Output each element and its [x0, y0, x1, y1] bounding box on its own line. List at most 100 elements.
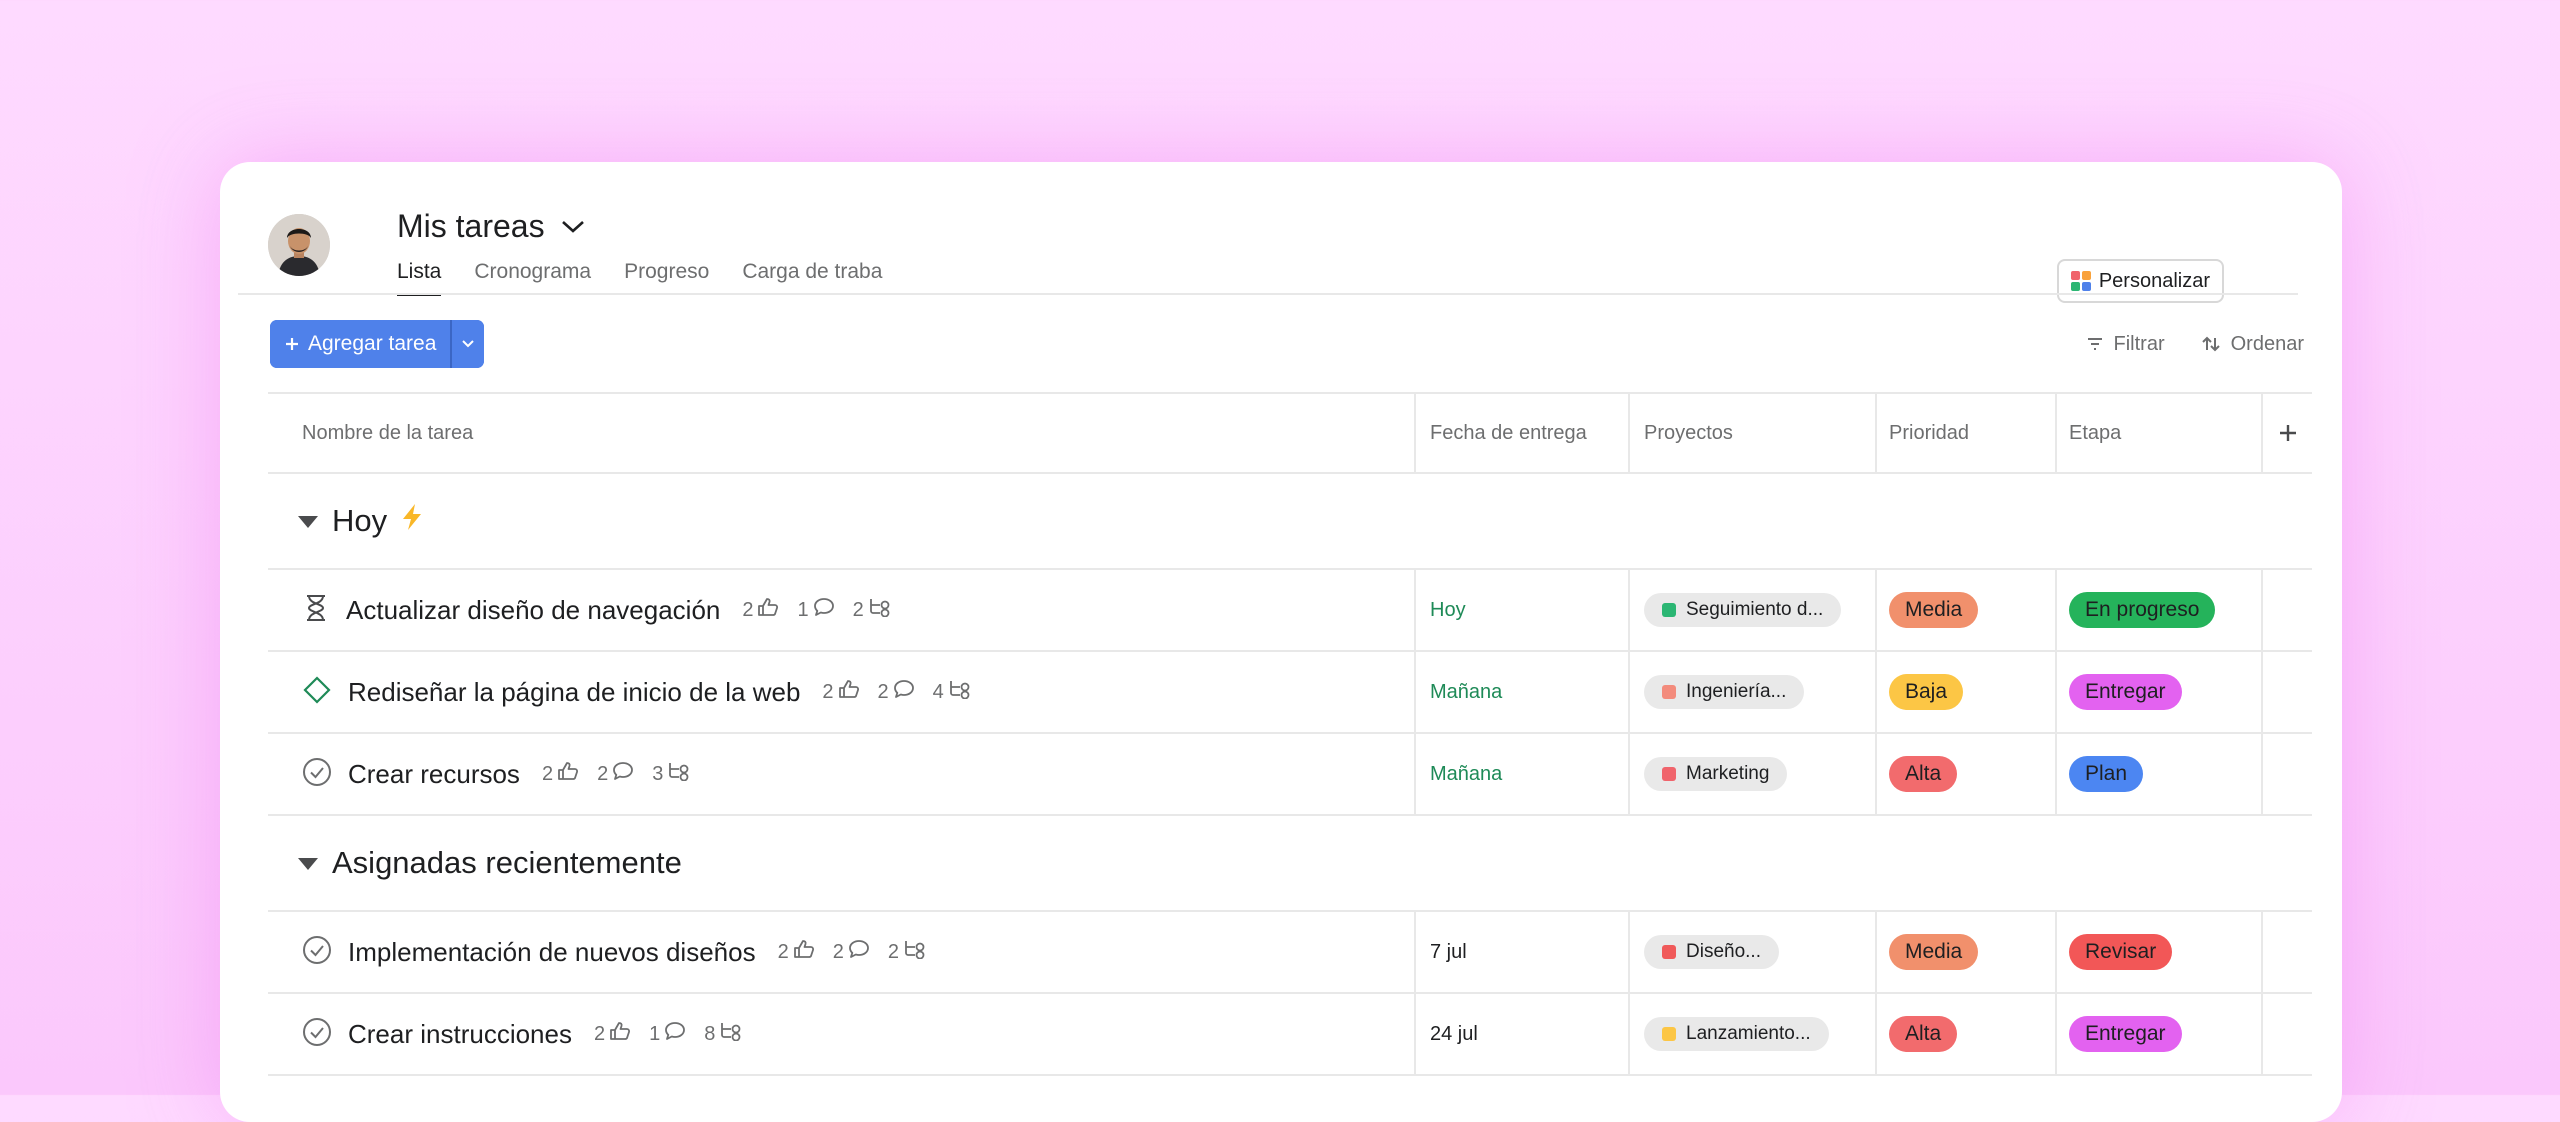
due-date: Mañana [1430, 762, 1503, 785]
stage-cell[interactable]: Entregar [2055, 994, 2261, 1074]
project-cell[interactable]: Diseño... [1628, 912, 1875, 992]
customize-button[interactable]: Personalizar [2056, 259, 2224, 303]
tab-list[interactable]: Lista [397, 260, 442, 296]
comment-count[interactable]: 1 [649, 1021, 686, 1047]
project-pill[interactable]: Lanzamiento... [1644, 1017, 1829, 1051]
add-task-button[interactable]: Agregar tarea [270, 320, 451, 368]
user-avatar[interactable] [268, 214, 330, 276]
due-date-cell[interactable]: Hoy [1414, 570, 1628, 650]
table-row[interactable]: Actualizar diseño de navegación 2 1 2 Hoy Seg… [268, 570, 2312, 652]
table-row[interactable]: Implementación de nuevos diseños 2 2 2 7 jul… [268, 912, 2312, 994]
comment-count-value: 1 [797, 598, 809, 621]
subtask-count[interactable]: 4 [933, 679, 972, 705]
table-row[interactable]: Crear instrucciones 2 1 8 24 jul Lanzamiento.… [268, 994, 2312, 1076]
column-header-stage[interactable]: Etapa [2055, 394, 2261, 472]
subtask-count[interactable]: 8 [704, 1021, 743, 1047]
project-cell[interactable]: Ingeniería... [1628, 652, 1875, 732]
stage-badge[interactable]: Plan [2069, 756, 2144, 792]
column-header-projects[interactable]: Proyectos [1628, 394, 1875, 472]
add-column-button[interactable] [2261, 394, 2312, 472]
task-name-cell: Rediseñar la página de inicio de la web 2… [268, 652, 1414, 732]
table-row[interactable]: Crear recursos 2 2 3 Mañana Marketing Alta Plan [268, 734, 2312, 816]
project-cell[interactable]: Lanzamiento... [1628, 994, 1875, 1074]
subtask-icon [667, 761, 691, 787]
like-count[interactable]: 2 [778, 939, 815, 965]
diamond-icon[interactable] [302, 675, 332, 710]
stage-cell[interactable]: Revisar [2055, 912, 2261, 992]
comment-count[interactable]: 2 [597, 761, 634, 787]
like-count[interactable]: 2 [594, 1021, 631, 1047]
add-task-dropdown[interactable] [450, 320, 485, 368]
subtask-count-value: 3 [652, 762, 664, 785]
project-pill[interactable]: Diseño... [1644, 935, 1779, 969]
task-title[interactable]: Rediseñar la página de inicio de la web [348, 677, 800, 708]
priority-badge[interactable]: Alta [1889, 1016, 1958, 1052]
sort-button[interactable]: Ordenar [2201, 333, 2304, 356]
task-name-cell: Implementación de nuevos diseños 2 2 2 [268, 912, 1414, 992]
tab-progress[interactable]: Progreso [624, 260, 709, 296]
project-pill[interactable]: Seguimiento d... [1644, 593, 1842, 627]
project-pill[interactable]: Ingeniería... [1644, 675, 1805, 709]
page-title: Mis tareas [397, 208, 545, 244]
stage-cell[interactable]: En progreso [2055, 570, 2261, 650]
stage-badge[interactable]: Entregar [2069, 1016, 2182, 1052]
project-cell[interactable]: Seguimiento d... [1628, 570, 1875, 650]
section-header[interactable]: Asignadas recientemente [268, 816, 2312, 912]
priority-badge[interactable]: Media [1889, 592, 1979, 628]
column-header-priority[interactable]: Prioridad [1875, 394, 2055, 472]
due-date-cell[interactable]: Mañana [1414, 734, 1628, 814]
task-title[interactable]: Implementación de nuevos diseños [348, 937, 756, 968]
table-row[interactable]: Rediseñar la página de inicio de la web 2… [268, 652, 2312, 734]
due-date-cell[interactable]: Mañana [1414, 652, 1628, 732]
like-count[interactable]: 2 [742, 597, 779, 623]
comment-count[interactable]: 2 [833, 939, 870, 965]
like-count[interactable]: 2 [542, 761, 579, 787]
priority-cell[interactable]: Media [1875, 570, 2055, 650]
due-date-cell[interactable]: 24 jul [1414, 994, 1628, 1074]
tab-timeline[interactable]: Cronograma [474, 260, 591, 296]
task-title[interactable]: Crear recursos [348, 759, 520, 790]
stage-cell[interactable]: Plan [2055, 734, 2261, 814]
check-circle-icon[interactable] [302, 1017, 332, 1052]
priority-cell[interactable]: Alta [1875, 734, 2055, 814]
project-cell[interactable]: Marketing [1628, 734, 1875, 814]
like-count[interactable]: 2 [822, 679, 859, 705]
column-header-due[interactable]: Fecha de entrega [1414, 394, 1628, 472]
filter-button[interactable]: Filtrar [2086, 333, 2165, 356]
stage-badge[interactable]: Revisar [2069, 934, 2173, 970]
tab-workload[interactable]: Carga de traba [742, 260, 882, 296]
stage-badge[interactable]: En progreso [2069, 592, 2216, 628]
stage-badge[interactable]: Entregar [2069, 674, 2182, 710]
stage-cell[interactable]: Entregar [2055, 652, 2261, 732]
project-color-dot [1662, 1027, 1676, 1041]
priority-cell[interactable]: Baja [1875, 652, 2055, 732]
chevron-down-icon[interactable] [560, 218, 586, 236]
comment-count[interactable]: 1 [797, 597, 834, 623]
check-circle-icon[interactable] [302, 757, 332, 792]
task-title[interactable]: Crear instrucciones [348, 1019, 572, 1050]
subtask-count[interactable]: 2 [888, 939, 927, 965]
due-date-cell[interactable]: 7 jul [1414, 912, 1628, 992]
due-date: 7 jul [1430, 940, 1467, 963]
section-header[interactable]: Hoy [268, 474, 2312, 570]
subtask-count-value: 2 [887, 940, 899, 963]
subtask-count[interactable]: 2 [853, 597, 892, 623]
empty-cell [2261, 912, 2312, 992]
triangle-down-icon[interactable] [296, 845, 320, 881]
priority-badge[interactable]: Alta [1889, 756, 1958, 792]
project-pill[interactable]: Marketing [1644, 757, 1788, 791]
triangle-down-icon[interactable] [296, 503, 320, 539]
subtask-count[interactable]: 3 [652, 761, 691, 787]
priority-badge[interactable]: Media [1889, 934, 1979, 970]
comment-count[interactable]: 2 [878, 679, 915, 705]
hourglass-icon[interactable] [302, 593, 330, 628]
column-header-name[interactable]: Nombre de la tarea [268, 394, 1414, 472]
task-title[interactable]: Actualizar diseño de navegación [346, 595, 720, 626]
subtask-icon [719, 1021, 743, 1047]
comment-icon [664, 1021, 686, 1047]
task-name-cell: Actualizar diseño de navegación 2 1 2 [268, 570, 1414, 650]
check-circle-icon[interactable] [302, 935, 332, 970]
priority-cell[interactable]: Alta [1875, 994, 2055, 1074]
priority-cell[interactable]: Media [1875, 912, 2055, 992]
priority-badge[interactable]: Baja [1889, 674, 1964, 710]
